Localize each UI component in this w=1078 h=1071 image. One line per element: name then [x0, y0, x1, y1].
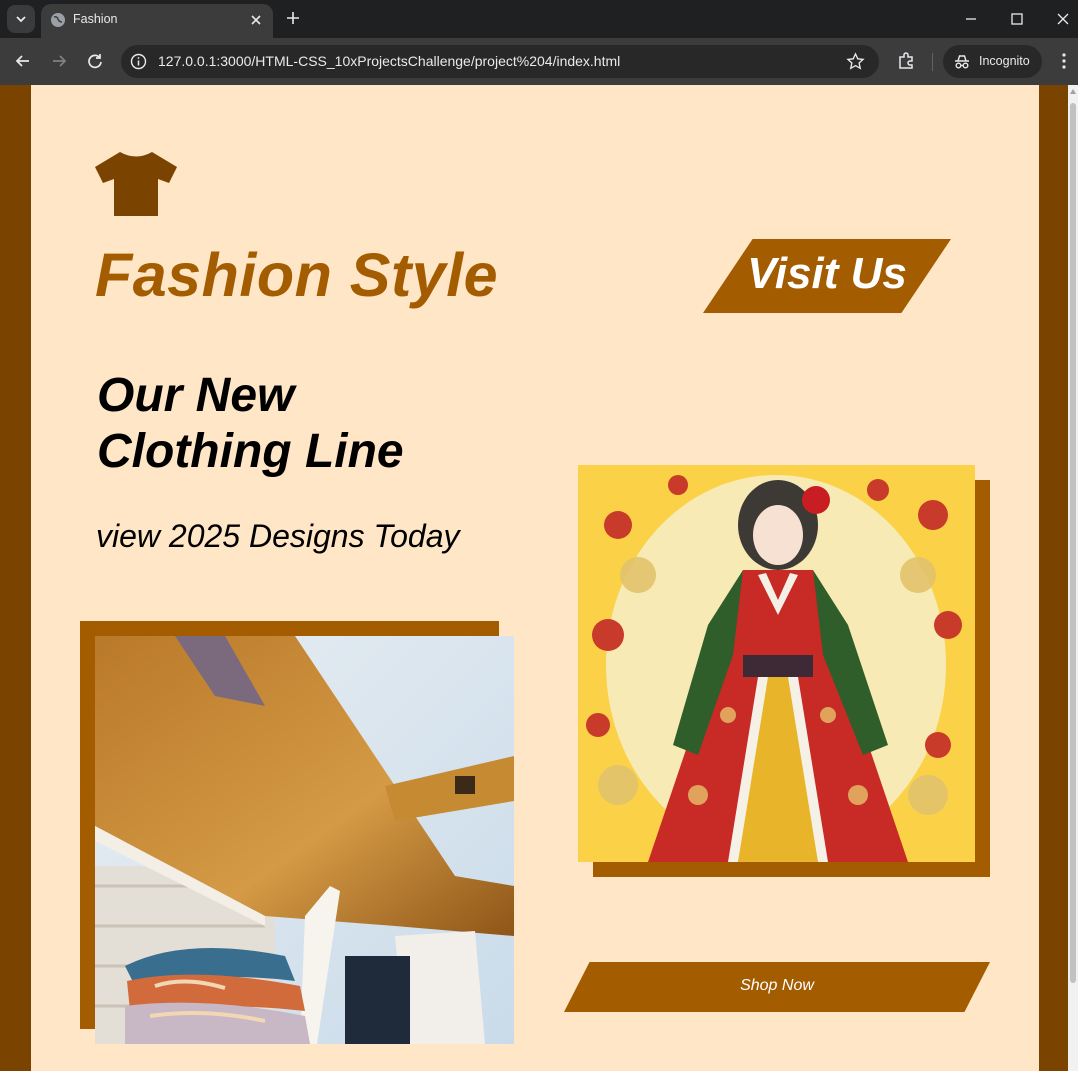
hanbok-girl-artwork: [578, 465, 975, 862]
extensions-puzzle-icon[interactable]: [896, 51, 916, 71]
browser-toolbar: 127.0.0.1:3000/HTML-CSS_10xProjectsChall…: [0, 38, 1078, 85]
globe-icon: [51, 13, 65, 27]
scroll-up-arrow-icon[interactable]: [1070, 89, 1076, 94]
tshirt-icon: [95, 152, 177, 216]
reload-icon[interactable]: [85, 51, 105, 71]
visit-us-button[interactable]: Visit Us: [703, 239, 951, 313]
headline: Our New Clothing Line: [97, 368, 404, 480]
browser-tab-bar: Fashion: [0, 0, 1078, 38]
forward-arrow-icon[interactable]: [49, 51, 69, 71]
page-viewport: Fashion Style Visit Us Our New Clothing …: [0, 85, 1078, 1071]
browser-tab[interactable]: Fashion: [41, 4, 273, 38]
toolbar-divider: [932, 53, 933, 71]
headline-line-1: Our New: [97, 369, 295, 422]
back-arrow-icon[interactable]: [13, 51, 33, 71]
shelf-clothing-photo: [95, 636, 514, 1044]
incognito-label: Incognito: [979, 54, 1030, 68]
vertical-scrollbar[interactable]: [1068, 85, 1078, 1071]
maximize-icon[interactable]: [1008, 10, 1026, 28]
incognito-icon: [955, 55, 969, 69]
headline-line-2: Clothing Line: [97, 425, 404, 478]
window-close-icon[interactable]: [1054, 10, 1072, 28]
minimize-icon[interactable]: [962, 10, 980, 28]
subheading: view 2025 Designs Today: [96, 518, 460, 554]
brand-title: Fashion Style: [95, 241, 499, 309]
shop-button-label: Shop Now: [740, 977, 814, 994]
shop-now-button[interactable]: Shop Now: [564, 962, 990, 1012]
new-tab-icon[interactable]: [284, 9, 302, 27]
site-info-icon[interactable]: [130, 53, 147, 70]
chevron-down-icon: [16, 16, 26, 23]
visit-button-label: Visit Us: [747, 249, 907, 298]
more-menu-icon[interactable]: [1055, 51, 1073, 71]
fashion-card: Fashion Style Visit Us Our New Clothing …: [31, 85, 1039, 1071]
address-bar[interactable]: 127.0.0.1:3000/HTML-CSS_10xProjectsChall…: [121, 45, 879, 78]
bookmark-star-icon[interactable]: [846, 52, 865, 71]
url-text: 127.0.0.1:3000/HTML-CSS_10xProjectsChall…: [158, 53, 621, 69]
scrollbar-thumb[interactable]: [1070, 103, 1076, 983]
close-icon[interactable]: [248, 12, 264, 28]
tab-title: Fashion: [73, 12, 118, 26]
incognito-profile-button[interactable]: Incognito: [943, 45, 1042, 78]
tab-search-button[interactable]: [7, 5, 35, 33]
